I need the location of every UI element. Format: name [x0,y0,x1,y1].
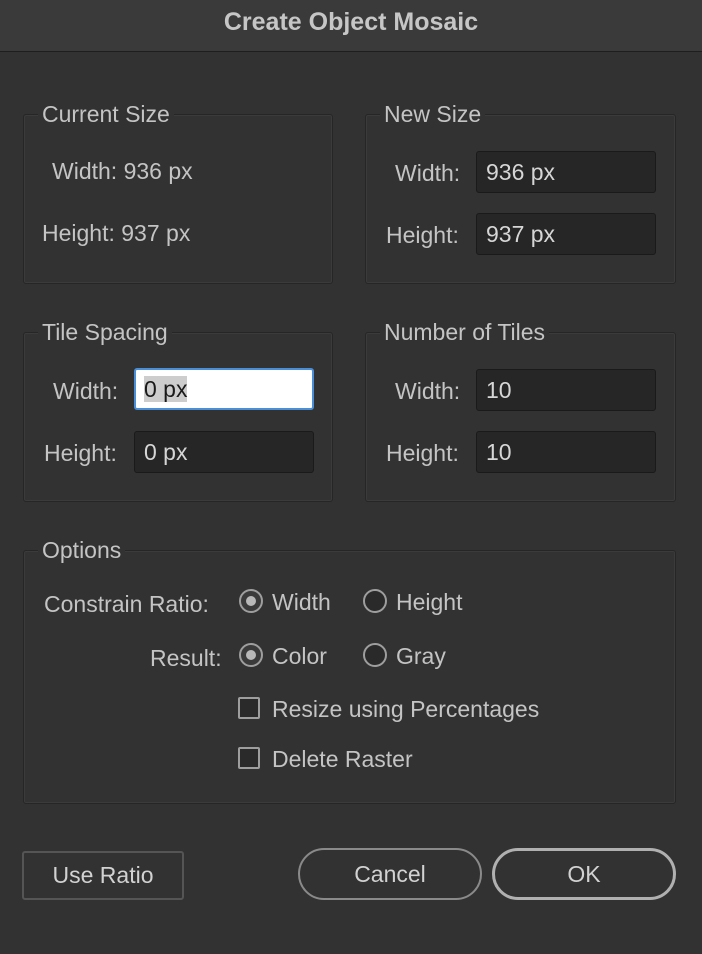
current-size-legend: Current Size [38,100,174,128]
new-size-legend: New Size [380,100,486,128]
new-size-group [365,114,676,284]
number-of-tiles-group [365,332,676,502]
ok-button[interactable]: OK [492,848,676,900]
tile-spacing-group [23,332,333,502]
new-height-label: Height: [386,222,459,248]
constrain-height-radio[interactable] [363,589,387,613]
constrain-ratio-label: Constrain Ratio: [44,591,209,617]
tiles-width-field[interactable]: 10 [476,369,656,411]
current-width-text: Width: 936 px [52,158,193,184]
result-gray-label[interactable]: Gray [396,642,446,670]
constrain-height-label[interactable]: Height [396,588,462,616]
spacing-width-label: Width: [53,378,119,404]
spacing-height-label: Height: [44,440,117,466]
dialog-title: Create Object Mosaic [223,8,479,36]
use-ratio-button[interactable]: Use Ratio [22,851,184,900]
result-label: Result: [150,645,222,671]
new-height-field[interactable]: 937 px [476,213,656,255]
result-gray-radio[interactable] [363,643,387,667]
delete-raster-label[interactable]: Delete Raster [272,745,413,773]
constrain-width-label[interactable]: Width [272,588,331,616]
tiles-height-label: Height: [386,440,459,466]
constrain-width-radio[interactable] [239,589,263,613]
resize-percentages-checkbox[interactable] [238,697,260,719]
new-width-field[interactable]: 936 px [476,151,656,193]
tiles-width-label: Width: [395,378,461,404]
spacing-width-value: 0 px [144,376,188,402]
delete-raster-checkbox[interactable] [238,747,260,769]
current-height-text: Height: 937 px [42,220,191,246]
title-bar: Create Object Mosaic [0,0,702,52]
spacing-width-field[interactable]: 0 px [134,368,314,410]
options-legend: Options [38,536,126,564]
new-width-label: Width: [395,160,461,186]
resize-percentages-label[interactable]: Resize using Percentages [272,695,539,723]
result-color-label[interactable]: Color [272,642,327,670]
result-color-radio[interactable] [239,643,263,667]
spacing-height-field[interactable]: 0 px [134,431,314,473]
number-of-tiles-legend: Number of Tiles [380,318,550,346]
current-size-group [23,114,333,284]
tiles-height-field[interactable]: 10 [476,431,656,473]
cancel-button[interactable]: Cancel [298,848,482,900]
tile-spacing-legend: Tile Spacing [38,318,172,346]
